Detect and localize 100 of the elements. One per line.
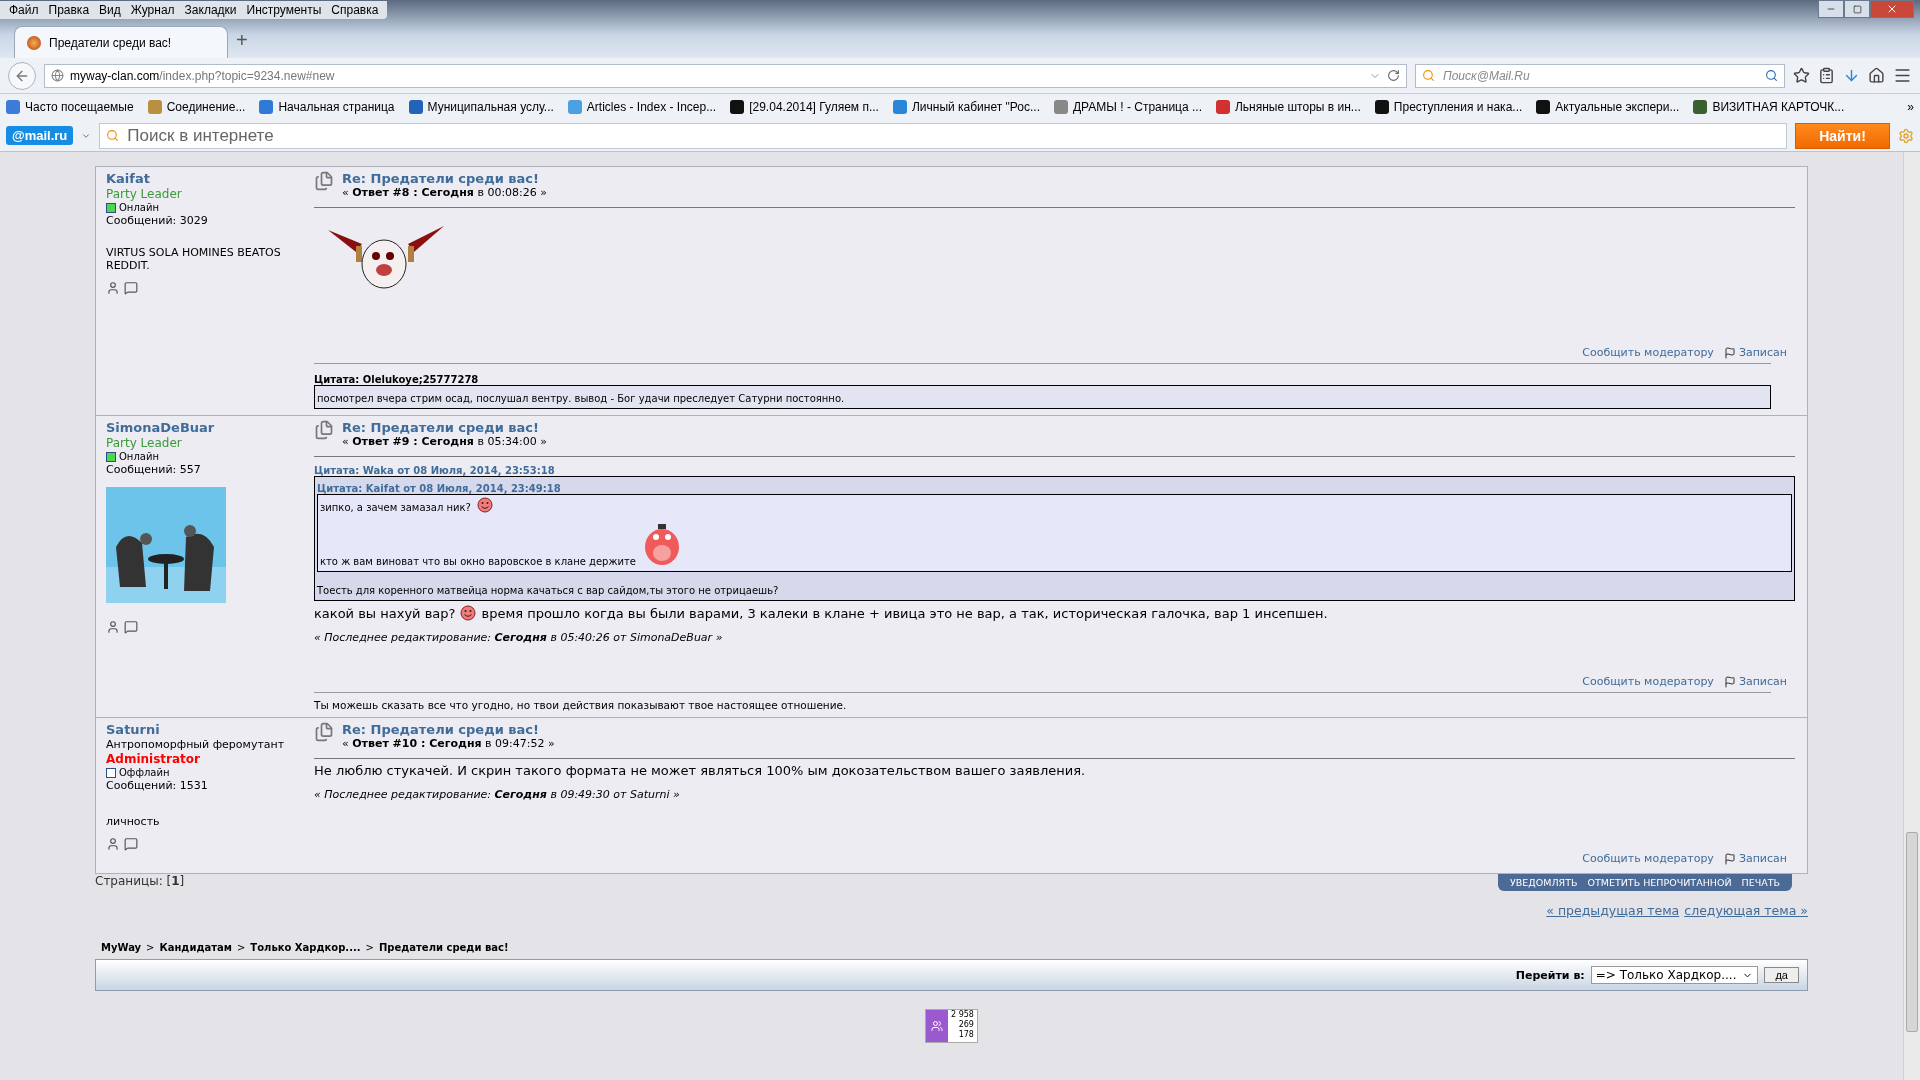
signature-text: Ты можешь сказать все что угодно, но твои действия показывают твое настоящее отношение. [314, 699, 847, 711]
topic-action-button[interactable]: ПЕЧАТЬ [1737, 876, 1784, 889]
web-search-box[interactable]: Поиск в интернете [99, 122, 1787, 149]
logged-link[interactable]: Записан [1738, 675, 1787, 688]
quote-text: кто ж вам виноват что вы окно варовское в клане держите [320, 556, 636, 567]
member-rank: Administrator [106, 752, 200, 766]
maximize-button[interactable] [1844, 0, 1870, 18]
author-link[interactable]: SimonaDeBuar [106, 420, 215, 435]
counter-value: 2 958 [951, 1010, 974, 1020]
post-subject-link[interactable]: Re: Предатели среди вас! [342, 420, 547, 435]
topic-nav-link[interactable]: следующая тема » [1684, 903, 1808, 918]
jump-label: Перейти в: [1515, 968, 1585, 982]
report-link[interactable]: Сообщить модератору [1582, 852, 1714, 865]
menu-item[interactable]: Закладки [179, 1, 242, 19]
status-text: Онлайн [119, 451, 159, 462]
bookmark-link[interactable]: Личный кабинет "Рос... [911, 100, 1040, 114]
menu-item[interactable]: Правка [43, 1, 95, 19]
edit-note: « Последнее редактирование: Сегодня в 05:40:26 от SimonaDeBuar » [314, 631, 724, 644]
reading-list-icon[interactable] [1818, 67, 1835, 84]
flag-icon [1723, 675, 1736, 688]
bookmark-icon [1374, 100, 1389, 114]
breadcrumb-link[interactable]: Кандидатам [159, 942, 232, 953]
topic-action-button[interactable]: УВЕДОМЛЯТЬ [1506, 876, 1582, 889]
quote-header: Цитата: Olelukoye;25777278 [314, 374, 480, 385]
home-icon[interactable] [1868, 67, 1885, 84]
menu-item[interactable]: Справка [326, 1, 384, 19]
post-subject-link[interactable]: Re: Предатели среди вас! [342, 722, 555, 737]
bookmark-icon [1693, 100, 1708, 114]
reload-icon[interactable] [1387, 69, 1400, 82]
profile-icon[interactable] [106, 620, 120, 634]
message-icon[interactable] [124, 281, 138, 295]
minimize-button[interactable] [1818, 0, 1844, 18]
menu-item[interactable]: Инструменты [241, 1, 327, 19]
quote-header: Цитата: Kaifat от 08 Июля, 2014, 23:49:18 [317, 483, 562, 494]
menu-item[interactable]: Вид [94, 1, 126, 19]
report-link[interactable]: Сообщить модератору [1582, 346, 1714, 359]
bookmark-link[interactable]: Articles - Index - Incep... [586, 100, 717, 114]
profile-icon[interactable] [106, 281, 120, 295]
bookmark-icon [1216, 100, 1230, 114]
bookmark-link[interactable]: Начальная страница [278, 100, 395, 114]
member-rank: Party Leader [106, 187, 182, 201]
member-rank: Party Leader [106, 436, 182, 450]
message-icon[interactable] [124, 620, 138, 634]
breadcrumb-link[interactable]: MyWay [101, 942, 142, 953]
bookmark-link[interactable]: Муниципальная услу... [427, 100, 554, 114]
author-link[interactable]: Saturni [106, 722, 160, 737]
back-button[interactable] [8, 61, 36, 90]
bookmark-link[interactable]: ДРАМЫ ! - Страница ... [1072, 100, 1202, 114]
bookmark-link[interactable]: Льняные шторы в ин... [1235, 100, 1361, 114]
bookmark-link[interactable]: Актуальные экспери... [1555, 100, 1680, 114]
scrollbar-thumb[interactable] [1906, 832, 1918, 1032]
search-engine-icon [106, 129, 120, 142]
report-link[interactable]: Сообщить модератору [1582, 675, 1714, 688]
counter-value: 269 [958, 1020, 974, 1030]
post-icon [314, 171, 334, 191]
quote-text: Тоесть для коренного матвейца норма качаться с вар сайдом,ты этого не отрицаешь? [317, 585, 779, 596]
more-bookmarks-button[interactable]: » [1907, 100, 1914, 114]
go-button[interactable]: да [1764, 967, 1799, 983]
new-tab-button[interactable]: + [236, 29, 248, 58]
post-subject-link[interactable]: Re: Предатели среди вас! [342, 171, 547, 186]
counter-value: 178 [958, 1030, 974, 1040]
quote-header: Цитата: Waka от 08 Июля, 2014, 23:53:18 [314, 465, 556, 476]
message-icon[interactable] [124, 837, 138, 851]
menu-icon[interactable] [1893, 66, 1912, 85]
search-icon[interactable] [1765, 69, 1778, 82]
personal-text: VIRTUS SOLA HOMINES BEATOS REDDIT. [106, 246, 282, 272]
bookmark-link[interactable]: Часто посещаемые [25, 100, 134, 114]
breadcrumb-separator: > [365, 942, 374, 953]
board-select[interactable]: => Только Хардкор.... [1590, 966, 1759, 984]
menu-item[interactable]: Журнал [125, 1, 180, 19]
bookmark-star-icon[interactable] [1793, 67, 1810, 84]
logged-link[interactable]: Записан [1738, 346, 1787, 359]
search-box[interactable]: Поиск@Mail.Ru [1415, 63, 1785, 88]
download-icon[interactable] [1843, 67, 1860, 84]
topic-nav-link[interactable]: « предыдущая тема [1546, 903, 1680, 918]
bookmark-link[interactable]: Преступления и нака... [1393, 100, 1523, 114]
post-count: Сообщений: 3029 [106, 214, 208, 227]
bookmark-icon [1536, 100, 1551, 114]
bookmark-icon [567, 100, 582, 114]
mail-logo[interactable]: @mail.ru [6, 126, 74, 145]
bookmark-link[interactable]: [29.04.2014] Гуляем п... [749, 100, 879, 114]
breadcrumb-link[interactable]: Предатели среди вас! [378, 942, 509, 953]
post-text: время прошло когда вы были варами, 3 калеки в клане + ивица это не вар, а так, историческая галочка, вар 1 инсепшен. [481, 605, 1328, 621]
profile-icon[interactable] [106, 837, 120, 851]
browser-tab[interactable]: Предатели среди вас! [14, 26, 228, 58]
topic-action-button[interactable]: ОТМЕТИТЬ НЕПРОЧИТАННОЙ [1583, 876, 1736, 889]
post-text: Не люблю стукачей. И скрин такого формата не может являться 100% ым докозательством вашего заявления. [314, 763, 1086, 778]
bookmark-link[interactable]: ВИЗИТНАЯ КАРТОЧК... [1712, 100, 1845, 114]
bookmark-icon [892, 100, 907, 114]
bookmark-link[interactable]: Соединение... [166, 100, 246, 114]
breadcrumb-link[interactable]: Только Хардкор.... [250, 942, 361, 953]
author-link[interactable]: Kaifat [106, 171, 150, 186]
address-bar[interactable]: myway-clan.com/index.php?topic=9234.new#new [44, 63, 1407, 88]
post-meta: « Ответ #9 : Сегодня в 05:34:00 » [342, 435, 547, 448]
logged-link[interactable]: Записан [1738, 852, 1787, 865]
post-meta: « Ответ #8 : Сегодня в 00:08:26 » [342, 186, 547, 199]
menu-item[interactable]: Файл [4, 1, 44, 19]
flag-icon [1723, 852, 1736, 865]
breadcrumb-separator: > [236, 942, 246, 953]
bookmark-icon [730, 100, 745, 114]
